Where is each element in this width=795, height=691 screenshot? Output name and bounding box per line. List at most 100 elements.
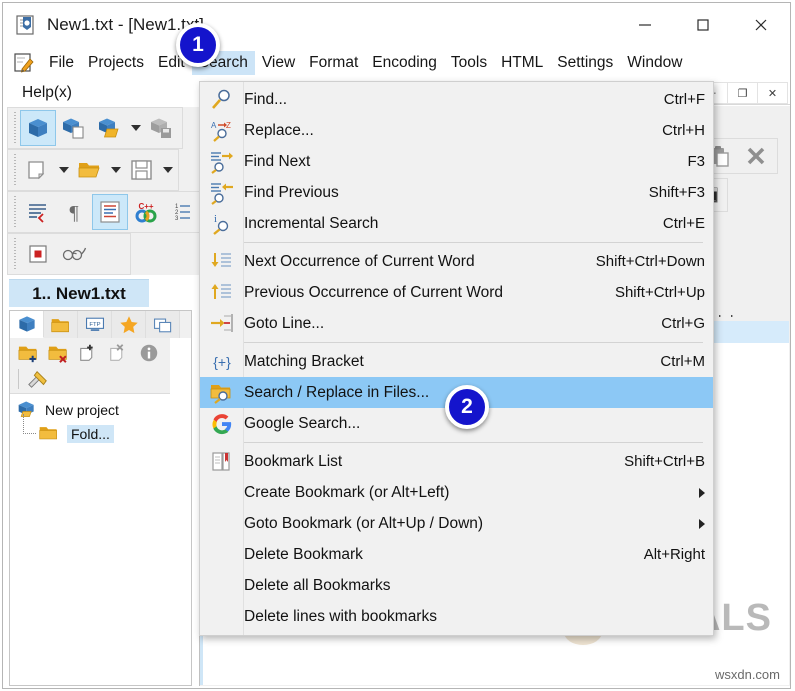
svg-text:i: i [214,213,217,225]
step-badge-1: 1 [176,23,220,67]
tree-label-folder: Fold... [67,425,114,443]
menu-window[interactable]: Window [620,51,689,75]
menu-item-delete-all-bookmarks[interactable]: Delete all Bookmarks [200,570,713,601]
new-file-caret-icon[interactable] [56,152,72,188]
svg-text:{+}: {+} [213,354,231,370]
project-tab-favorites[interactable] [112,311,146,338]
menu-projects[interactable]: Projects [81,51,151,75]
menu-item-find-previous[interactable]: Find Previous Shift+F3 [200,177,713,208]
application-window: New1.txt - [New1.txt] File Projects Edit… [0,0,795,691]
info-icon[interactable] [134,340,164,366]
menu-icon-placeholder [200,570,244,601]
find-previous-arrow-icon [200,177,244,208]
toolbar-grip[interactable] [12,238,19,270]
project-toolbar-separator [18,368,19,389]
open-folder-caret-icon[interactable] [108,152,124,188]
delete-x-icon[interactable] [738,138,774,174]
menu-item-replace[interactable]: A Z Replace... Ctrl+H [200,115,713,146]
menu-item-delete-lines-with-bookmarks[interactable]: Delete lines with bookmarks [200,601,713,632]
menu-accel: Ctrl+H [662,122,705,139]
mdi-close-icon[interactable]: ✕ [758,82,788,104]
syntax-highlight-icon[interactable] [92,194,128,230]
save-caret-icon[interactable] [160,152,176,188]
project-dropdown-caret-icon[interactable] [128,110,144,146]
add-folder-icon[interactable] [14,340,44,366]
file-tab-new1[interactable]: 1.. New1.txt [9,279,149,307]
menu-item-matching-bracket[interactable]: {+} Matching Bracket Ctrl+M [200,346,713,377]
menu-separator [244,242,703,243]
tree-label-new-project: New project [45,402,119,418]
bookmark-list-icon [200,446,244,477]
menu-label: Goto Line... [244,314,325,332]
menu-format[interactable]: Format [302,51,365,75]
toolbar-group-macro [7,233,131,275]
save-floppy-icon[interactable] [124,152,160,188]
new-file-icon[interactable] [20,152,56,188]
new-file-plus-icon[interactable] [74,340,104,366]
find-next-arrow-icon [200,146,244,177]
menu-accel: Shift+Ctrl+Down [595,253,705,270]
toolbar-grip[interactable] [12,196,19,228]
google-icon [200,408,244,439]
tools-wrench-icon[interactable] [23,366,53,392]
menu-html[interactable]: HTML [494,51,550,75]
menu-item-create-bookmark[interactable]: Create Bookmark (or Alt+Left) [200,477,713,508]
menu-item-find[interactable]: Find... Ctrl+F [200,84,713,115]
menu-separator [244,342,703,343]
glasses-preview-icon[interactable] [56,236,92,272]
menu-accel: F3 [687,153,705,170]
menu-help[interactable]: Help(x) [20,82,74,104]
menu-item-next-occurrence[interactable]: Next Occurrence of Current Word Shift+Ct… [200,246,713,277]
menu-accel: Ctrl+F [663,91,705,108]
project-tab-folder[interactable] [44,311,78,338]
menu-item-previous-occurrence[interactable]: Previous Occurrence of Current Word Shif… [200,277,713,308]
tree-row-new-project[interactable]: New project [16,398,191,422]
project-panel-toolbar [10,338,170,394]
search-in-files-folder-icon [200,377,244,408]
stop-record-icon[interactable] [20,236,56,272]
new-project-icon[interactable] [56,110,92,146]
menu-item-find-next[interactable]: Find Next F3 [200,146,713,177]
project-tab-windows[interactable] [146,311,180,338]
menu-item-goto-bookmark[interactable]: Goto Bookmark (or Alt+Up / Down) [200,508,713,539]
menu-encoding[interactable]: Encoding [365,51,444,75]
step-badge-2: 2 [445,385,489,429]
project-tab-project[interactable] [10,311,44,338]
mdi-restore-icon[interactable]: ❐ [728,82,758,104]
menu-accel: Ctrl+E [662,215,705,232]
menu-label: Create Bookmark (or Alt+Left) [244,483,450,501]
tree-row-folder[interactable]: Fold... [16,414,191,446]
cpp-language-icon[interactable]: C++ [128,194,164,230]
menu-item-delete-bookmark[interactable]: Delete Bookmark Alt+Right [200,539,713,570]
line-numbers-icon[interactable]: 1 2 3 [164,194,200,230]
toolbar-group-projects [7,107,183,149]
svg-text:Z: Z [226,121,231,130]
menu-tools[interactable]: Tools [444,51,494,75]
left-toolbar-region: ¶ C++ 1 2 3 [7,107,203,275]
word-wrap-icon[interactable] [20,194,56,230]
pilcrow-icon[interactable]: ¶ [56,194,92,230]
menu-item-incremental-search[interactable]: i Incremental Search Ctrl+E [200,208,713,239]
menu-file[interactable]: File [42,51,81,75]
toolbar-grip[interactable] [12,154,19,186]
remove-folder-icon[interactable] [44,340,74,366]
project-tab-ftp[interactable]: FTP [78,311,112,338]
toolbar-group-view: ¶ C++ 1 2 3 [7,191,203,233]
close-icon[interactable] [732,3,790,47]
menu-item-goto-line[interactable]: Goto Line... Ctrl+G [200,308,713,339]
menu-label: Delete Bookmark [244,545,363,563]
open-project-icon[interactable] [92,110,128,146]
maximize-icon[interactable] [674,3,732,47]
menu-view[interactable]: View [255,51,302,75]
open-folder-icon[interactable] [72,152,108,188]
tree-connector [23,414,36,434]
save-project-icon[interactable] [144,110,180,146]
menu-settings[interactable]: Settings [550,51,620,75]
toolbar-grip[interactable] [12,112,19,144]
delete-file-icon[interactable] [104,340,134,366]
minimize-icon[interactable] [616,3,674,47]
toolbar-row-1 [7,107,199,149]
goto-line-icon [200,308,244,339]
project-cube-icon[interactable] [20,110,56,146]
menu-item-bookmark-list[interactable]: Bookmark List Shift+Ctrl+B [200,446,713,477]
